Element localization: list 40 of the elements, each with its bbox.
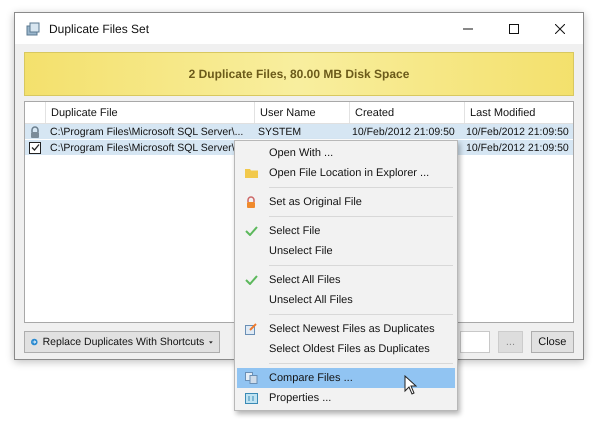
column-header[interactable]: Duplicate File (45, 102, 254, 123)
summary-banner: 2 Duplicate Files, 80.00 MB Disk Space (24, 52, 574, 96)
close-icon[interactable] (555, 24, 565, 34)
table-cell: 10/Feb/2012 21:09:50 (352, 126, 455, 138)
input-field[interactable] (460, 331, 490, 353)
table-cell: 10/Feb/2012 21:09:50 (466, 126, 569, 138)
close-button[interactable]: Close (530, 331, 574, 353)
column-header[interactable]: Last Modified (464, 102, 573, 123)
edit-icon (245, 323, 257, 335)
table-cell: C:\Program Files\Microsoft SQL Server\... (50, 126, 244, 138)
column-header[interactable]: User Name (254, 102, 349, 123)
copy-icon (244, 372, 258, 384)
menu-item[interactable]: Select Oldest Files as Duplicates (237, 339, 455, 359)
maximize-icon[interactable] (509, 24, 519, 34)
checkmark-icon (244, 226, 258, 236)
menu-item[interactable]: Select All Files (237, 270, 455, 290)
files-icon (25, 20, 41, 36)
menu-item[interactable]: Unselect File (237, 241, 455, 261)
caret-icon (209, 340, 213, 344)
replace-dropdown-button[interactable]: Replace Duplicates With Shortcuts (24, 331, 220, 353)
checkbox[interactable] (29, 142, 41, 154)
table-cell: C:\Program Files\Microsoft SQL Server\ (50, 142, 235, 154)
window-title: Duplicate Files Set (49, 22, 150, 36)
menu-item[interactable]: Set as Original File (237, 192, 455, 212)
menu-item[interactable]: Select Newest Files as Duplicates (237, 319, 455, 339)
menu-item[interactable]: Open File Location in Explorer ... (237, 163, 455, 183)
folder-icon (244, 168, 258, 178)
lock-icon (246, 196, 256, 208)
column-header[interactable]: Created (349, 102, 464, 123)
table-cell: 10/Feb/2012 21:09:50 (466, 142, 569, 154)
lock-icon (30, 126, 40, 138)
table-cell: SYSTEM (258, 126, 302, 138)
menu-item[interactable]: Select File (237, 221, 455, 241)
file-row[interactable]: C:\Program Files\Microsoft SQL Server\... SYSTEM 10/Feb/2012 21:09:50 10/Feb/2012 21:09:50 (25, 124, 573, 140)
menu-item[interactable]: Compare Files ... (237, 368, 455, 388)
mouse-pointer-icon (404, 375, 417, 395)
menu-item[interactable]: Unselect All Files (237, 290, 455, 310)
checkmark-icon (244, 275, 258, 285)
properties-icon (244, 392, 258, 404)
menu-item[interactable]: Properties ... (237, 388, 455, 408)
